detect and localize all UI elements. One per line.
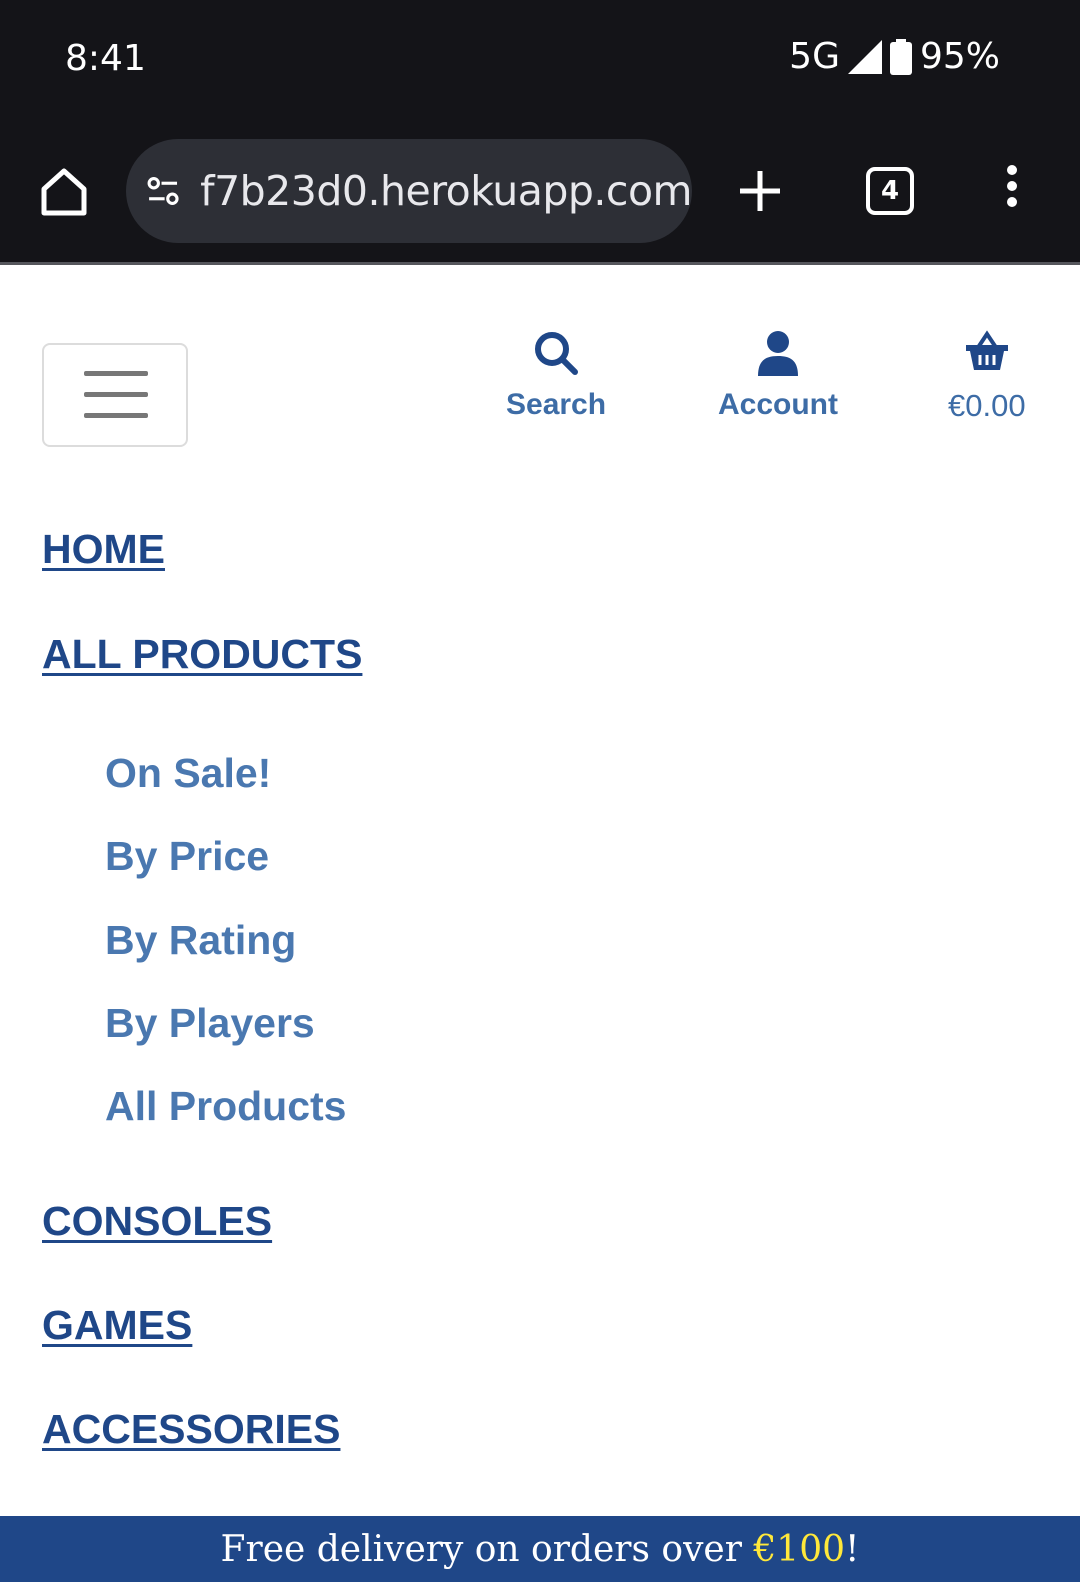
search-icon: [535, 332, 579, 375]
status-time: 8:41: [65, 38, 146, 79]
nav-by-price[interactable]: By Price: [105, 833, 269, 880]
url-text: f7b23d0.herokuapp.com: [200, 167, 692, 215]
banner-amount: €100: [753, 1528, 846, 1570]
home-icon[interactable]: [36, 163, 92, 219]
cart-total: €0.00: [948, 388, 1026, 423]
account-button[interactable]: Account: [718, 330, 838, 422]
nav-all-products-sub[interactable]: All Products: [105, 1083, 346, 1130]
tab-switcher-button[interactable]: 4: [866, 167, 914, 215]
basket-icon: [965, 330, 1008, 370]
more-options-icon[interactable]: [1000, 165, 1024, 217]
nav-by-players[interactable]: By Players: [105, 1000, 315, 1047]
status-bar: 8:41 5G 95%: [0, 0, 1080, 125]
account-label: Account: [718, 388, 838, 421]
site-settings-icon[interactable]: [146, 169, 180, 213]
battery-icon: [889, 38, 912, 75]
nav-home[interactable]: HOME: [42, 526, 165, 573]
browser-toolbar: f7b23d0.herokuapp.com 4: [0, 125, 1080, 265]
menu-toggle-button[interactable]: [42, 343, 188, 447]
address-bar[interactable]: f7b23d0.herokuapp.com: [126, 139, 692, 243]
signal-icon: [847, 39, 882, 74]
nav-accessories[interactable]: ACCESSORIES: [42, 1406, 340, 1453]
network-type: 5G: [789, 36, 840, 77]
nav-on-sale[interactable]: On Sale!: [105, 750, 271, 797]
banner-suffix: !: [845, 1528, 860, 1570]
search-button[interactable]: Search: [506, 330, 606, 422]
banner-text: Free delivery on orders over: [220, 1528, 754, 1570]
nav-consoles[interactable]: CONSOLES: [42, 1198, 272, 1245]
battery-level: 95%: [919, 36, 1000, 77]
nav-games[interactable]: GAMES: [42, 1302, 192, 1349]
new-tab-icon[interactable]: [736, 167, 784, 215]
user-icon: [758, 331, 798, 376]
nav-all-products[interactable]: ALL PRODUCTS: [42, 631, 362, 678]
search-label: Search: [506, 388, 607, 421]
status-indicators: 5G 95%: [789, 36, 1000, 77]
cart-button[interactable]: €0.00: [948, 330, 1026, 424]
nav-by-rating[interactable]: By Rating: [105, 917, 296, 964]
delivery-banner: Free delivery on orders over €100 !: [0, 1516, 1080, 1582]
